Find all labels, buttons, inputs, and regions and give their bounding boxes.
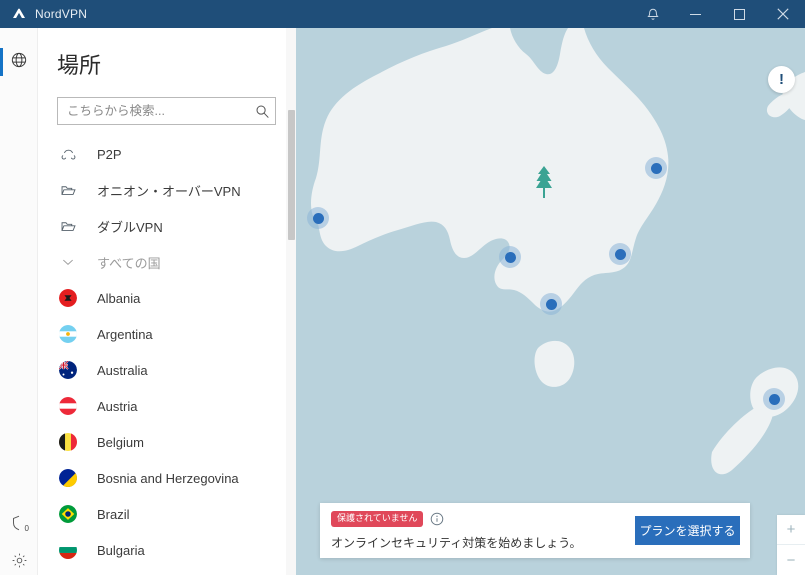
exclamation-icon: ! — [779, 71, 784, 88]
maximize-button[interactable] — [717, 0, 761, 28]
rail-item-locations[interactable] — [0, 42, 38, 82]
status-notification: 保護されていません オンラインセキュリティ対策を始めましょう。 プランを選択する — [320, 503, 750, 558]
notification-header: 保護されていません — [331, 510, 635, 527]
flag-icon-australia — [57, 359, 79, 381]
rail-item-settings[interactable] — [0, 543, 38, 575]
list-item-brazil[interactable]: Brazil — [38, 496, 296, 532]
maximize-icon — [733, 8, 745, 20]
list-item-double-vpn[interactable]: ダブルVPN — [38, 208, 296, 244]
map-zoom-controls: + − — [777, 515, 805, 575]
locations-panel: 場所 P2P — [38, 28, 296, 575]
panel-scrollbar[interactable] — [286, 28, 296, 575]
flag-icon-austria — [57, 395, 79, 417]
map-pin-auckland[interactable] — [763, 388, 785, 410]
map-pin-sydney[interactable] — [609, 243, 631, 265]
list-item-label: Argentina — [97, 326, 153, 342]
list-item-label: Brazil — [97, 506, 130, 522]
list-item-onion-over-vpn[interactable]: オニオン・オーバーVPN — [38, 172, 296, 208]
notification-message: オンラインセキュリティ対策を始めましょう。 — [331, 535, 582, 550]
title-bar: NordVPN — [0, 0, 805, 28]
minimize-icon — [689, 9, 701, 20]
list-item-bulgaria[interactable]: Bulgaria — [38, 532, 296, 568]
nordvpn-arch-logo-icon — [11, 6, 27, 22]
flag-icon-bulgaria — [57, 539, 79, 561]
folder-icon — [57, 215, 79, 237]
list-item-label: Belgium — [97, 434, 144, 450]
threat-count-badge: 0 — [24, 524, 29, 533]
close-button[interactable] — [761, 0, 805, 28]
list-item-label: Australia — [97, 362, 148, 378]
notification-content: 保護されていません オンラインセキュリティ対策を始めましょう。 — [331, 510, 635, 551]
list-item-bosnia[interactable]: Bosnia and Herzegovina — [38, 460, 296, 496]
list-item-albania[interactable]: Albania — [38, 280, 296, 316]
map-pin-melbourne[interactable] — [540, 293, 562, 315]
notifications-button[interactable] — [633, 0, 673, 28]
bell-icon — [646, 7, 660, 21]
list-item-belgium[interactable]: Belgium — [38, 424, 296, 460]
zoom-in-button[interactable]: + — [777, 515, 805, 545]
list-item-australia[interactable]: Australia — [38, 352, 296, 388]
page-title: 場所 — [57, 53, 102, 78]
list-item-label: Bulgaria — [97, 542, 145, 558]
flag-icon-belgium — [57, 431, 79, 453]
pine-tree-icon — [533, 165, 555, 204]
globe-icon — [10, 51, 28, 74]
status-badge: 保護されていません — [331, 510, 424, 527]
close-icon — [777, 8, 789, 20]
flag-icon-argentina — [57, 323, 79, 345]
gear-icon — [11, 552, 28, 574]
list-item-austria[interactable]: Austria — [38, 388, 296, 424]
map-alert-button[interactable]: ! — [768, 66, 795, 93]
list-item-label: Albania — [97, 290, 141, 306]
map-pin-perth[interactable] — [307, 207, 329, 229]
list-item-canada[interactable]: Canada — [38, 568, 296, 575]
list-item-label: ダブルVPN — [97, 219, 163, 235]
info-icon[interactable] — [430, 512, 444, 526]
icon-rail: 0 — [0, 28, 38, 575]
list-item-all-countries[interactable]: すべての国 — [38, 244, 296, 280]
flag-icon-albania — [57, 287, 79, 309]
search-input[interactable] — [58, 98, 249, 124]
app-branding: NordVPN — [0, 0, 87, 28]
search-icon — [249, 104, 275, 119]
list-item-label: Bosnia and Herzegovina — [97, 470, 239, 486]
map-pin-brisbane[interactable] — [645, 157, 667, 179]
panel-scrollbar-thumb[interactable] — [288, 110, 295, 240]
zoom-out-button[interactable]: − — [777, 545, 805, 575]
minimize-button[interactable] — [673, 0, 717, 28]
rail-item-threat-protection[interactable]: 0 — [0, 503, 38, 543]
app-title: NordVPN — [35, 7, 88, 21]
chevron-down-icon — [57, 251, 79, 273]
list-item-label: オニオン・オーバーVPN — [97, 183, 241, 199]
locations-list: P2P オニオン・オーバーVPN ダブルVPN すべての国 Albania Ar… — [38, 136, 296, 575]
list-item-label: P2P — [97, 146, 122, 162]
nordvpn-window: NordVPN 0 場所 こちらから検索... P2P オニオン・オーバーVPN… — [0, 0, 805, 575]
flag-icon-brazil — [57, 503, 79, 525]
list-item-label: すべての国 — [97, 255, 161, 271]
list-item-argentina[interactable]: Argentina — [38, 316, 296, 352]
p2p-icon — [57, 143, 79, 165]
shield-icon: 0 — [10, 514, 29, 533]
world-map[interactable]: ! + − 保護されていません オンラインセキュリティ対策を始めましょう。 プラ… — [296, 28, 805, 575]
list-item-p2p[interactable]: P2P — [38, 136, 296, 172]
map-pin-adelaide[interactable] — [499, 246, 521, 268]
choose-plan-button[interactable]: プランを選択する — [635, 516, 740, 545]
folder-icon — [57, 179, 79, 201]
flag-icon-bosnia — [57, 467, 79, 489]
search-box[interactable] — [57, 97, 276, 125]
list-item-label: Austria — [97, 398, 138, 414]
